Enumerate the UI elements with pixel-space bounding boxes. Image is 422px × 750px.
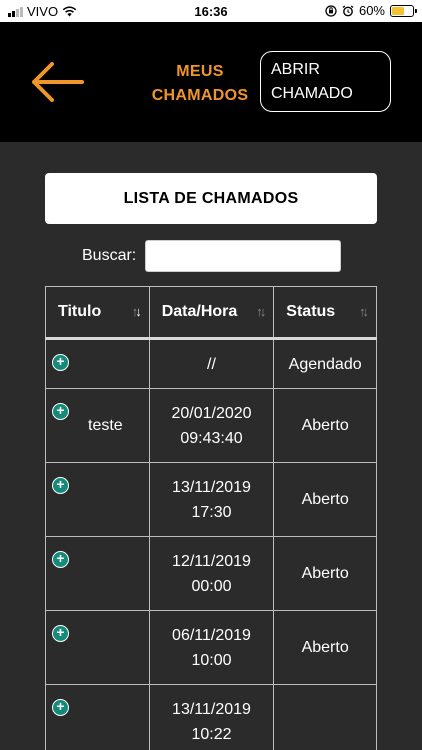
status-bar: VIVO 16:36 60% [0, 0, 422, 22]
cell-data-hora: 12/11/2019 00:00 [148, 536, 275, 611]
column-header-status[interactable]: Status ↑↓ [273, 286, 377, 340]
expand-plus-icon[interactable]: + [52, 625, 69, 642]
column-label: Status [286, 303, 336, 320]
battery-icon [390, 4, 417, 17]
battery-percent: 60% [358, 3, 385, 18]
table-row[interactable]: +06/11/2019 10:00 Aberto [45, 610, 377, 685]
cell-time: 10:00 [191, 651, 232, 669]
cell-status: Aberto [273, 388, 377, 463]
cell-time: 17:30 [191, 503, 232, 521]
cell-date: 13/11/2019 [172, 478, 251, 496]
cell-date: // [207, 355, 216, 373]
open-ticket-button[interactable]: ABRIR CHAMADO [260, 51, 391, 112]
cell-data-hora: 13/11/2019 17:30 [148, 462, 275, 537]
list-title-button[interactable]: LISTA DE CHAMADOS [45, 173, 377, 224]
expand-plus-icon[interactable]: + [52, 477, 69, 494]
table-row[interactable]: +12/11/2019 00:00 Aberto [45, 536, 377, 611]
orientation-lock-icon [325, 4, 337, 17]
cell-status: Aberto [273, 536, 377, 611]
expand-plus-icon[interactable]: + [52, 551, 69, 568]
cell-data-hora: // [148, 338, 275, 389]
open-ticket-label-line1: ABRIR [271, 61, 320, 78]
alarm-icon [342, 5, 354, 16]
page-title-line1: MEUS [176, 63, 224, 80]
sort-icon[interactable]: ↑↓ [256, 304, 266, 319]
cell-time: 00:00 [191, 577, 232, 595]
cell-data-hora: 13/11/2019 10:22 [148, 684, 275, 750]
expand-plus-icon[interactable]: + [52, 699, 69, 716]
open-ticket-label-line2: CHAMADO [271, 85, 353, 102]
sort-icon[interactable]: ↑↓ [132, 304, 142, 319]
cell-titulo: + [45, 684, 150, 750]
arrow-left-icon[interactable] [28, 58, 84, 106]
cell-titulo: + [45, 610, 150, 685]
column-header-titulo[interactable]: Titulo ↑↓ [45, 286, 150, 340]
cell-status: Aberto [273, 610, 377, 685]
header: MEUS CHAMADOS ABRIR CHAMADO [0, 22, 422, 142]
cell-titulo: + [45, 462, 150, 537]
search-input[interactable] [145, 240, 341, 272]
cell-status: Aberto [273, 462, 377, 537]
table-row[interactable]: +13/11/2019 17:30 Aberto [45, 462, 377, 537]
sort-icon[interactable]: ↑↓ [359, 304, 369, 319]
table-header-row: Titulo ↑↓ Data/Hora ↑↓ Status ↑↓ [45, 286, 377, 340]
page-title-line2: CHAMADOS [151, 87, 249, 104]
status-right: 60% [325, 3, 417, 18]
cell-date: 20/01/2020 [171, 404, 252, 422]
table-row[interactable]: + // Agendado [45, 338, 377, 389]
cell-time: 09:43:40 [180, 429, 243, 447]
cell-titulo: + [45, 536, 150, 611]
cell-date: 12/11/2019 [172, 552, 251, 570]
cell-titulo-text: teste [88, 417, 123, 434]
column-label: Data/Hora [161, 303, 238, 320]
tickets-table: Titulo ↑↓ Data/Hora ↑↓ Status ↑↓ + // Agen… [45, 286, 377, 750]
cell-data-hora: 06/11/2019 10:00 [148, 610, 275, 685]
column-header-data-hora[interactable]: Data/Hora ↑↓ [148, 286, 275, 340]
cell-date: 06/11/2019 [172, 626, 251, 644]
expand-plus-icon[interactable]: + [52, 403, 69, 420]
cell-date: 13/11/2019 [172, 700, 251, 718]
cell-status [273, 684, 377, 750]
search-label: Buscar: [82, 247, 137, 264]
cell-status: Agendado [273, 338, 377, 389]
cell-titulo: + [45, 338, 150, 389]
column-label: Titulo [58, 303, 102, 320]
cell-data-hora: 20/01/2020 09:43:40 [148, 388, 275, 463]
table-row[interactable]: + teste 20/01/2020 09:43:40 Aberto [45, 388, 377, 463]
cell-titulo: + teste [45, 388, 150, 463]
table-row[interactable]: +13/11/2019 10:22 [45, 684, 377, 750]
expand-plus-icon[interactable]: + [52, 354, 69, 371]
page-title: MEUS CHAMADOS [146, 60, 254, 108]
cell-time: 10:22 [191, 725, 232, 743]
